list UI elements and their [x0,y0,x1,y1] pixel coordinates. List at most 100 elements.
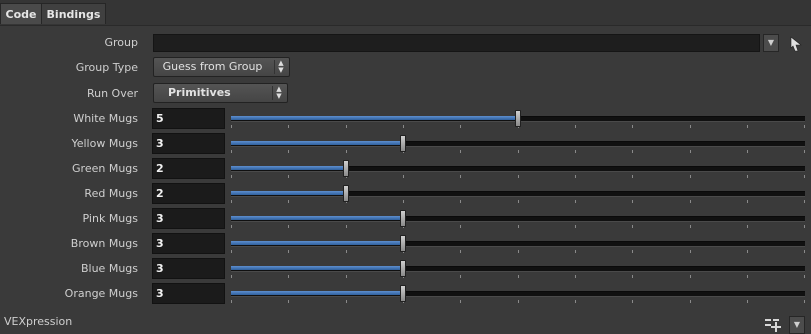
slider-tick [804,125,805,128]
mug-count-slider[interactable] [231,256,805,281]
slider-tick [460,125,461,128]
mug-count-field[interactable]: 3 [152,133,225,154]
slider-handle[interactable] [343,160,349,177]
slider-tick [804,300,805,303]
slider-tick [346,300,347,303]
slider-tick [460,275,461,278]
slider-handle[interactable] [400,135,406,152]
slider-tick [747,300,748,303]
slider-tick [804,150,805,153]
slider-fill [231,141,403,145]
slider-fill [231,191,346,195]
slider-tick [518,175,519,178]
slider-tick [460,250,461,253]
tab-bindings[interactable]: Bindings [41,3,106,24]
mug-count-slider[interactable] [231,156,805,181]
slider-tick [403,200,404,203]
mug-label: Red Mugs [84,187,138,200]
group-type-select[interactable]: Guess from Group ▲ ▼ [153,57,290,77]
slider-tick [804,225,805,228]
slider-handle[interactable] [400,235,406,252]
group-field[interactable] [153,34,760,52]
slider-tick [518,150,519,153]
tab-code[interactable]: Code [0,3,42,24]
slider-tick [346,250,347,253]
slider-tick [804,250,805,253]
mug-count-slider[interactable] [231,231,805,256]
slider-tick [747,125,748,128]
vexpression-menu-button[interactable]: ▼ [789,316,805,334]
slider-handle[interactable] [400,210,406,227]
mug-count-field[interactable]: 3 [152,258,225,279]
slider-tick [632,125,633,128]
mug-label: Orange Mugs [64,287,138,300]
slider-tick [346,150,347,153]
slider-fill [231,216,403,220]
group-menu-button[interactable]: ▼ [763,34,779,52]
spinner-icon: ▲ ▼ [272,86,285,100]
slider-tick [231,275,232,278]
mug-row: Green Mugs 2 [0,156,811,181]
group-type-row: Group Type Guess from Group ▲ ▼ [0,55,811,80]
spinner-icon: ▲ ▼ [274,60,287,74]
slider-tick [288,300,289,303]
slider-tick [518,300,519,303]
slider-tick [288,150,289,153]
slider-tick [575,125,576,128]
mug-count-field[interactable]: 3 [152,208,225,229]
slider-tick [231,250,232,253]
slider-tick [288,175,289,178]
slider-fill [231,241,403,245]
mug-count-slider[interactable] [231,131,805,156]
run-over-select[interactable]: Primitives ▲ ▼ [153,83,288,103]
slider-tick [460,150,461,153]
vexpression-row: VEXpression ▼ [0,310,811,334]
slider-tick [346,275,347,278]
slider-tick [460,300,461,303]
slider-tick [690,275,691,278]
mug-count-slider[interactable] [231,206,805,231]
cursor-arrow-icon[interactable] [789,36,803,52]
slider-handle[interactable] [400,260,406,277]
slider-handle[interactable] [515,110,521,127]
mug-label: Brown Mugs [70,237,138,250]
slider-tick [690,250,691,253]
mug-count-slider[interactable] [231,181,805,206]
slider-tick [632,300,633,303]
slider-handle[interactable] [400,285,406,302]
run-over-label: Run Over [86,87,138,100]
mug-count-field[interactable]: 3 [152,283,225,304]
slider-tick [575,200,576,203]
mug-label: Pink Mugs [82,212,138,225]
slider-tick [460,225,461,228]
slider-tick [575,150,576,153]
slider-tick [690,300,691,303]
slider-tick [690,175,691,178]
mug-count-field[interactable]: 2 [152,158,225,179]
slider-tick [632,200,633,203]
slider-tick [632,150,633,153]
mug-count-field[interactable]: 2 [152,183,225,204]
mug-count-field[interactable]: 3 [152,233,225,254]
slider-tick [346,125,347,128]
group-label: Group [104,36,139,49]
slider-tick [288,125,289,128]
slider-tick [231,225,232,228]
mug-count-field[interactable]: 5 [152,108,225,129]
slider-tick [747,225,748,228]
slider-tick [747,175,748,178]
slider-tick [231,200,232,203]
mug-label: Blue Mugs [80,262,138,275]
slider-handle[interactable] [343,185,349,202]
slider-tick [747,200,748,203]
slider-tick [288,200,289,203]
slider-fill [231,291,403,295]
slider-tick [231,300,232,303]
slider-tick [518,250,519,253]
slider-tick [632,225,633,228]
slider-tick [747,250,748,253]
preset-add-icon[interactable] [764,316,782,334]
mug-count-slider[interactable] [231,106,805,131]
slider-tick [231,175,232,178]
mug-count-slider[interactable] [231,281,805,306]
